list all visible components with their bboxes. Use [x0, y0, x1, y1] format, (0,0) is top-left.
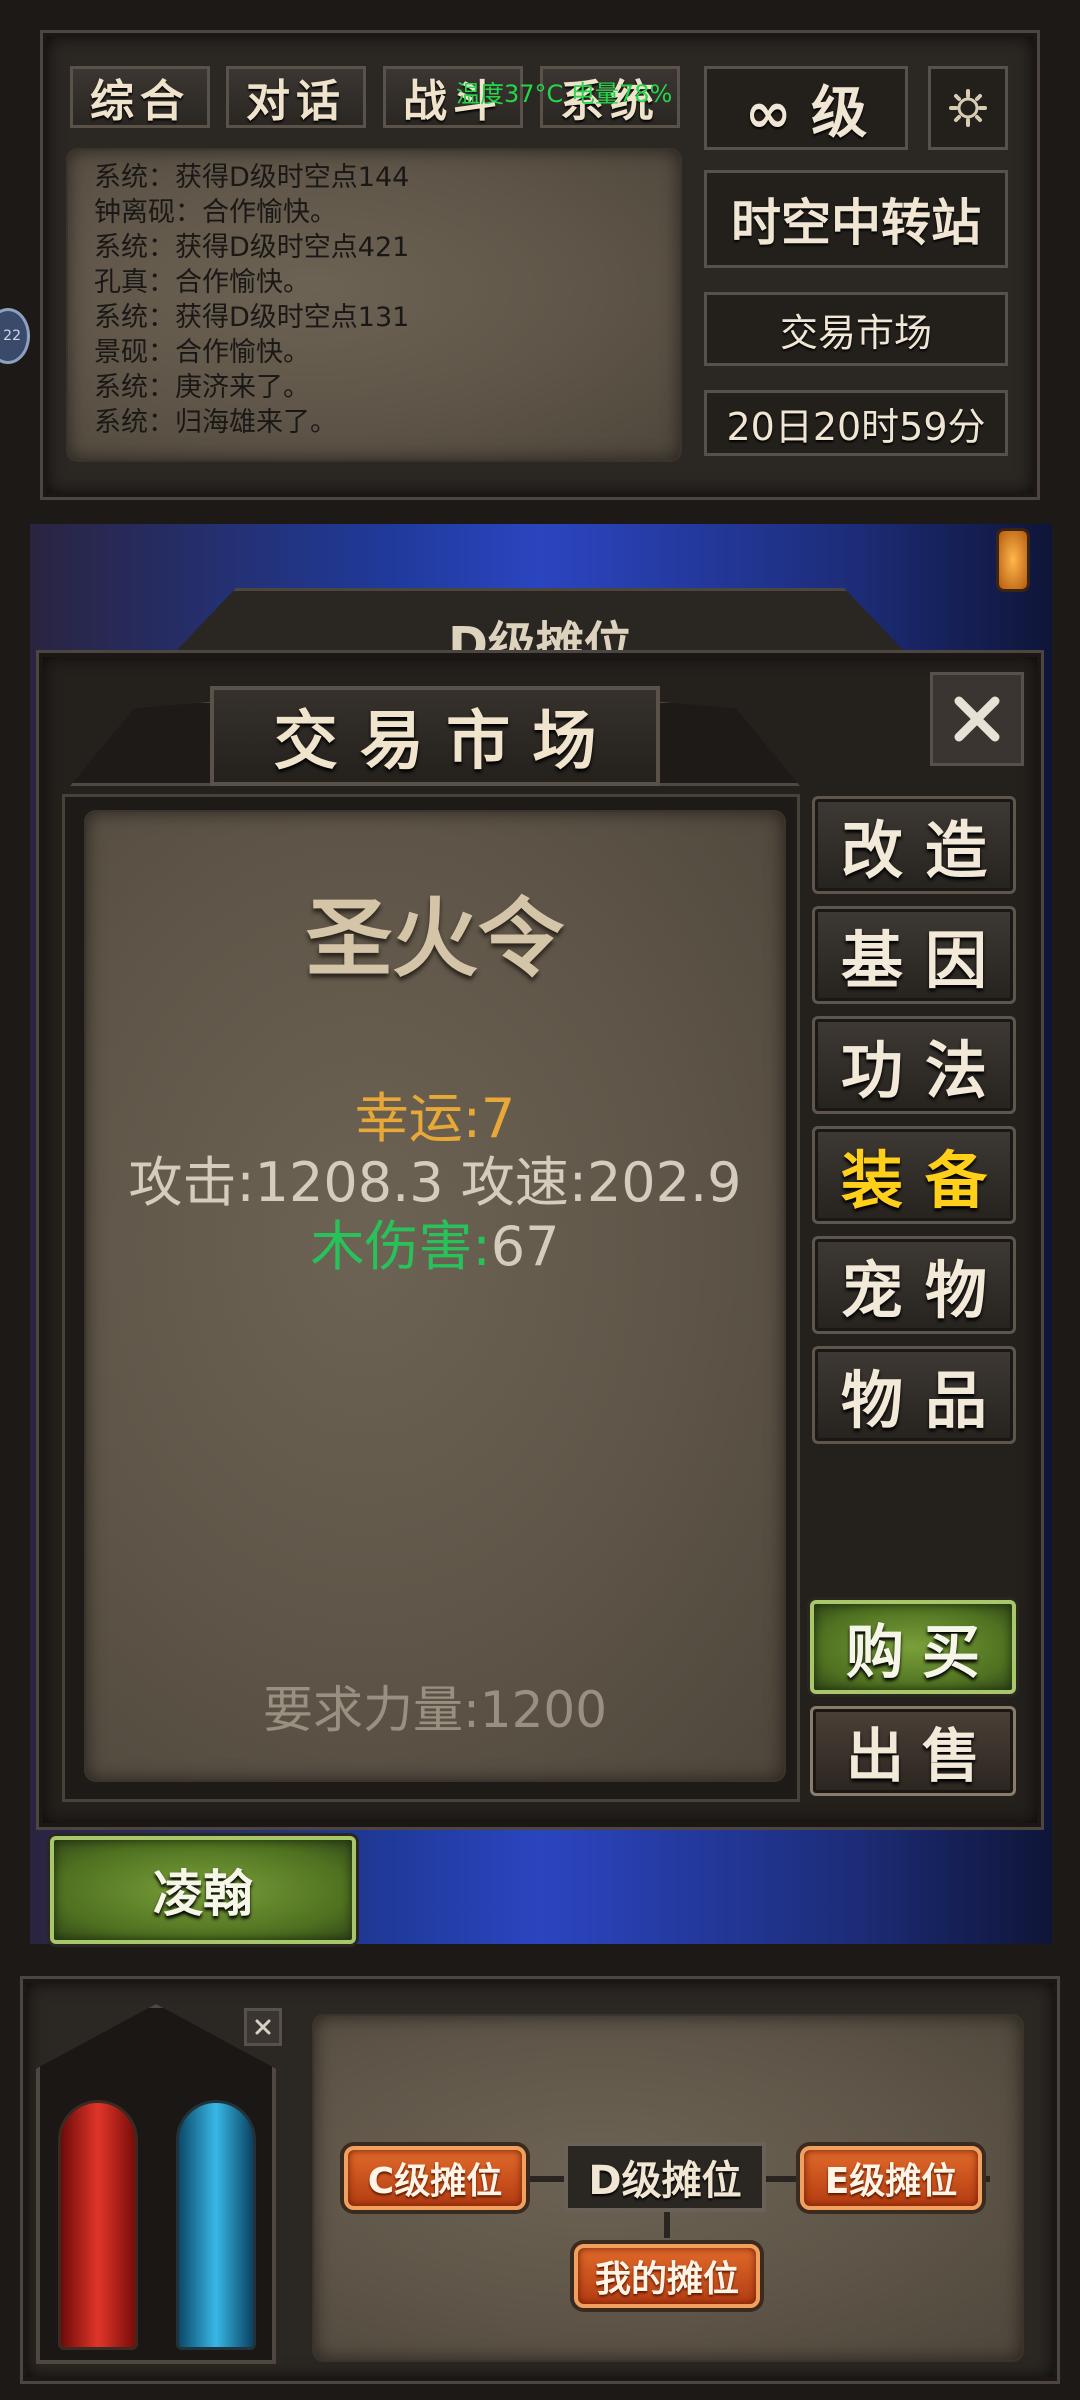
market-title: 交 易 市 场 — [273, 705, 597, 779]
category-pet[interactable]: 宠物 — [812, 1236, 1016, 1334]
area-button[interactable]: 交易市场 — [704, 292, 1008, 366]
chat-message: 系统：获得D级时空点421 — [94, 232, 410, 263]
game-time-label: 20日20时59分 — [726, 404, 986, 449]
sell-label: 出售 — [845, 1722, 998, 1790]
area-label: 交易市场 — [779, 310, 932, 355]
category-mod[interactable]: 改造 — [812, 796, 1016, 894]
side-bubble[interactable]: 22 — [0, 308, 30, 364]
banner-wing-left — [70, 700, 230, 786]
wood-damage-label: 木伤害: — [310, 1215, 491, 1278]
chat-log: 系统：获得D级时空点144 钟离砚：合作愉快。 系统：获得D级时空点421 孔真… — [68, 150, 680, 460]
lantern-icon — [996, 528, 1030, 592]
level-label: ∞ 级 — [744, 80, 868, 146]
sell-button[interactable]: 出售 — [810, 1706, 1016, 1796]
chat-message: 系统：获得D级时空点131 — [94, 302, 410, 333]
market-title-banner: 交 易 市 场 — [70, 676, 800, 796]
tab-dialogue[interactable]: 对话 — [226, 66, 366, 128]
stall-c-label: C级摊位 — [367, 2161, 503, 2202]
location-button[interactable]: 时空中转站 — [704, 170, 1008, 268]
collapse-button[interactable] — [244, 2008, 282, 2046]
stall-e-button[interactable]: E级摊位 — [800, 2146, 982, 2210]
buy-label: 购买 — [845, 1618, 998, 1686]
my-stall-label: 我的摊位 — [594, 2259, 739, 2300]
my-stall-button[interactable]: 我的摊位 — [574, 2244, 760, 2308]
category-label: 功法 — [840, 1034, 1009, 1107]
wood-damage-value: 67 — [490, 1215, 560, 1278]
category-items[interactable]: 物品 — [812, 1346, 1016, 1444]
banner-center: 交 易 市 场 — [210, 686, 660, 786]
close-icon — [255, 2019, 271, 2035]
chat-message: 钟离砚：合作愉快。 — [94, 197, 337, 228]
stall-d-label: D级摊位 — [588, 2158, 742, 2204]
banner-wing-right — [640, 700, 800, 786]
mp-bar — [176, 2100, 256, 2350]
stall-e-label: E级摊位 — [824, 2161, 958, 2202]
chat-message: 系统：庚济来了。 — [94, 372, 310, 403]
chat-message: 景砚：合作愉快。 — [94, 337, 310, 368]
stall-c-button[interactable]: C级摊位 — [344, 2146, 526, 2210]
hp-bar — [58, 2100, 138, 2350]
level-display: ∞ 级 — [704, 66, 908, 150]
category-label: 改造 — [840, 814, 1009, 887]
side-bubble-label: 22 — [3, 328, 21, 344]
category-label: 物品 — [840, 1364, 1009, 1437]
seller-name: 凌翰 — [153, 1865, 253, 1923]
close-button[interactable] — [930, 672, 1024, 766]
category-label: 装备 — [840, 1144, 1009, 1217]
gear-icon — [949, 89, 987, 127]
location-label: 时空中转站 — [731, 194, 981, 252]
item-requirement: 要求力量:1200 — [262, 1681, 608, 1739]
category-equipment[interactable]: 装备 — [812, 1126, 1016, 1224]
category-label: 宠物 — [840, 1254, 1009, 1327]
chat-message: 系统：获得D级时空点144 — [94, 162, 410, 193]
stall-d-button[interactable]: D级摊位 — [564, 2142, 766, 2212]
category-skill[interactable]: 功法 — [812, 1016, 1016, 1114]
chat-message: 孔真：合作愉快。 — [94, 267, 310, 298]
settings-button[interactable] — [928, 66, 1008, 150]
game-time: 20日20时59分 — [704, 390, 1008, 456]
buy-button[interactable]: 购买 — [810, 1600, 1016, 1694]
category-gene[interactable]: 基因 — [812, 906, 1016, 1004]
chat-message: 系统：归海雄来了。 — [94, 407, 337, 438]
item-wood-damage: 木伤害:67 — [86, 1202, 784, 1281]
item-name: 圣火令 — [306, 889, 564, 989]
category-label: 基因 — [840, 924, 1009, 997]
close-icon — [954, 696, 1000, 742]
tab-general[interactable]: 综合 — [70, 66, 210, 128]
status-overlay: 温度37°C 电量78% — [456, 80, 673, 108]
seller-name-button[interactable]: 凌翰 — [50, 1836, 356, 1944]
